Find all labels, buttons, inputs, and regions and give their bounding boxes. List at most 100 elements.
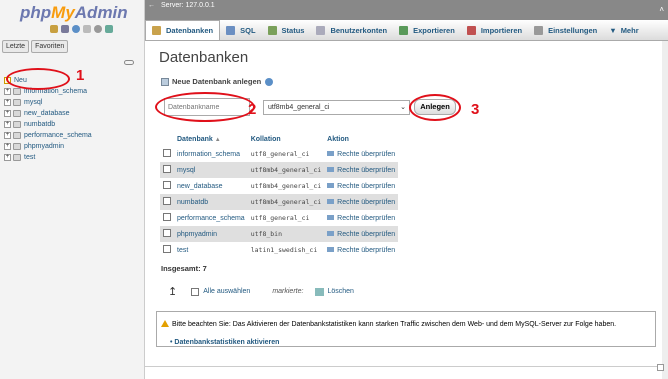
help-icon[interactable] xyxy=(72,25,80,33)
check-privileges-link[interactable]: Rechte überprüfen xyxy=(324,178,399,194)
privileges-label: Rechte überprüfen xyxy=(337,166,396,174)
expand-icon[interactable]: + xyxy=(4,99,11,106)
tab-import[interactable]: Importieren xyxy=(461,20,528,40)
tab-label: Datenbanken xyxy=(166,26,214,35)
table-row: mysql utf8mb4_general_ci Rechte überprüf… xyxy=(160,162,399,178)
tab-user-accounts[interactable]: Benutzerkonten xyxy=(310,20,393,40)
tab-export[interactable]: Exportieren xyxy=(393,20,461,40)
check-privileges-link[interactable]: Rechte überprüfen xyxy=(324,194,399,210)
row-checkbox[interactable] xyxy=(163,197,171,205)
users-icon xyxy=(316,25,326,35)
database-name-link[interactable]: new_database xyxy=(174,178,248,194)
status-icon xyxy=(267,25,277,35)
reload-icon[interactable] xyxy=(105,25,113,33)
console-icon[interactable] xyxy=(657,364,664,371)
header-database[interactable]: Datenbank ▲ xyxy=(174,132,248,146)
annotation-number-1: 1 xyxy=(76,67,85,84)
collation-cell: utf8mb4_general_ci xyxy=(247,162,325,178)
scrollbar[interactable] xyxy=(662,41,668,379)
tree-item-label: performance_schema xyxy=(24,132,92,139)
settings-icon[interactable] xyxy=(94,25,102,33)
tab-status[interactable]: Status xyxy=(262,20,311,40)
tree-item-mysql[interactable]: + mysql xyxy=(4,97,92,108)
home-icon[interactable] xyxy=(50,25,58,33)
tree-item-new-database[interactable]: + new_database xyxy=(4,108,92,119)
collation-cell: utf8_general_ci xyxy=(247,146,325,162)
database-name-link[interactable]: performance_schema xyxy=(174,210,248,226)
tab-databases[interactable]: Datenbanken xyxy=(145,20,221,40)
tree-item-test[interactable]: + test xyxy=(4,152,92,163)
row-checkbox[interactable] xyxy=(163,245,171,253)
privileges-icon xyxy=(327,214,335,220)
row-checkbox[interactable] xyxy=(163,181,171,189)
header-collation[interactable]: Kollation xyxy=(248,132,324,146)
help-icon[interactable] xyxy=(265,77,274,86)
new-database-icon xyxy=(161,77,169,86)
select-all-label[interactable]: Alle auswählen xyxy=(203,288,250,295)
header-database-label: Datenbank xyxy=(177,135,213,143)
privileges-label: Rechte überprüfen xyxy=(337,214,396,222)
privileges-icon xyxy=(327,230,335,236)
docs-icon[interactable] xyxy=(83,25,91,33)
tab-label: Status xyxy=(281,25,305,35)
row-checkbox[interactable] xyxy=(163,165,171,173)
database-name-link[interactable]: numbatdb xyxy=(174,194,248,210)
privileges-icon xyxy=(327,246,335,252)
check-privileges-link[interactable]: Rechte überprüfen xyxy=(324,242,399,258)
check-privileges-link[interactable]: Rechte überprüfen xyxy=(324,226,399,242)
recent-button[interactable]: Letzte xyxy=(2,40,30,53)
check-privileges-link[interactable]: Rechte überprüfen xyxy=(324,146,399,162)
collation-select[interactable]: utf8mb4_general_ci ⌄ xyxy=(263,100,410,115)
privileges-icon xyxy=(327,182,335,188)
check-privileges-link[interactable]: Rechte überprüfen xyxy=(324,210,399,226)
logo-php: php xyxy=(20,3,52,22)
top-menu-tabs: Datenbanken SQL Status Benutzerkonten Ex… xyxy=(145,20,668,41)
favorites-button[interactable]: Favoriten xyxy=(31,40,69,53)
table-row: phpmyadmin utf8_bin Rechte überprüfen xyxy=(160,226,399,242)
collapse-icon[interactable]: ← xyxy=(148,2,155,9)
annotation-circle-1 xyxy=(6,68,70,90)
database-name-link[interactable]: information_schema xyxy=(174,146,248,162)
sql-icon xyxy=(226,25,236,35)
tree-item-phpmyadmin[interactable]: + phpmyadmin xyxy=(4,141,92,152)
chevron-up-icon[interactable]: ˄ xyxy=(659,5,664,14)
stats-link-label: Datenbankstatistiken aktivieren xyxy=(174,339,280,346)
sort-asc-icon: ▲ xyxy=(214,136,221,143)
row-checkbox[interactable] xyxy=(163,149,171,157)
database-icon xyxy=(13,110,21,117)
database-icon xyxy=(13,121,21,128)
link-icon[interactable] xyxy=(124,60,134,65)
collation-cell: utf8mb4_general_ci xyxy=(247,194,325,210)
database-name-link[interactable]: test xyxy=(174,242,248,258)
tab-more[interactable]: ▼ Mehr xyxy=(603,20,644,40)
import-icon xyxy=(466,25,476,35)
tree-item-performance-schema[interactable]: + performance_schema xyxy=(4,130,92,141)
check-privileges-link[interactable]: Rechte überprüfen xyxy=(324,162,399,178)
tab-label: Importieren xyxy=(480,25,523,35)
tree-item-numbatdb[interactable]: + numbatdb xyxy=(4,119,92,130)
tree-item-label: numbatdb xyxy=(24,121,56,128)
total-count: Insgesamt: 7 xyxy=(161,264,207,273)
expand-icon[interactable]: + xyxy=(4,132,11,139)
expand-icon[interactable]: + xyxy=(4,88,11,95)
wrench-icon xyxy=(534,25,544,35)
row-checkbox[interactable] xyxy=(163,213,171,221)
logout-icon[interactable] xyxy=(61,25,69,33)
marked-label: markierte: xyxy=(272,288,304,295)
database-name-link[interactable]: phpmyadmin xyxy=(174,226,248,242)
database-name-link[interactable]: mysql xyxy=(174,162,248,178)
enable-statistics-link[interactable]: • Datenbankstatistiken aktivieren xyxy=(170,339,279,346)
expand-icon[interactable]: + xyxy=(4,121,11,128)
delete-button[interactable]: Löschen xyxy=(327,288,353,295)
table-row: test latin1_swedish_ci Rechte überprüfen xyxy=(160,242,399,258)
select-all-checkbox[interactable] xyxy=(191,287,200,296)
tab-sql[interactable]: SQL xyxy=(220,20,261,40)
create-header-label: Neue Datenbank anlegen xyxy=(172,77,262,86)
expand-icon[interactable]: + xyxy=(4,154,11,161)
server-label[interactable]: Server: 127.0.0.1 xyxy=(161,2,215,9)
tab-settings[interactable]: Einstellungen xyxy=(528,20,603,40)
phpmyadmin-logo[interactable]: phpMyAdmin xyxy=(20,3,128,23)
row-checkbox[interactable] xyxy=(163,229,171,237)
expand-icon[interactable]: + xyxy=(4,110,11,117)
expand-icon[interactable]: + xyxy=(4,143,11,150)
